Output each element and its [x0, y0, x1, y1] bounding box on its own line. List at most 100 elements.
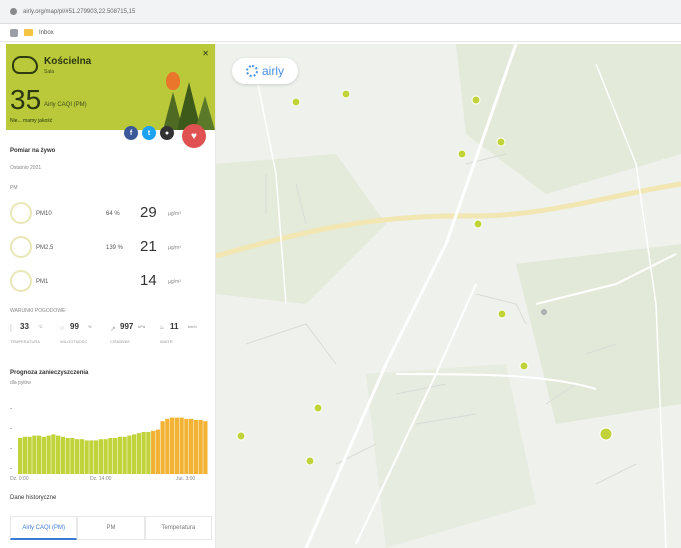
y-axis-tick — [10, 448, 12, 449]
weather-pressure: ↗ 997 hPa CIŚNIENIE — [110, 322, 150, 350]
chart-bar — [84, 440, 89, 474]
weather-humidity: ○ 99 % WILGOTNOŚĆ — [60, 322, 100, 350]
airly-logo[interactable]: airly — [232, 58, 298, 84]
weather-value: 997 — [120, 322, 134, 331]
sensor-marker — [497, 309, 507, 319]
tab-caqi[interactable]: Airly CAQI (PM) — [10, 517, 78, 540]
weather-unit: hPa — [138, 324, 146, 329]
sensor-marker — [457, 149, 467, 159]
chart-bar — [203, 421, 208, 474]
pm-unit: µg/m³ — [168, 279, 181, 285]
chart-bar — [193, 420, 198, 474]
weather-temperature: ¦ 33 °C TEMPERATURA — [10, 322, 50, 350]
map-canvas[interactable] — [216, 44, 681, 548]
trees-illustration — [163, 82, 215, 130]
weather-heading: WARUNKI POGODOWE — [10, 308, 66, 314]
pm10-row: PM10 64 % 29 µg/m³ — [10, 202, 210, 226]
forecast-title: Prognoza zanieczyszczenia — [10, 370, 89, 376]
forecast-chart[interactable] — [6, 398, 212, 484]
chart-bar — [198, 420, 203, 474]
pm-value: 21 — [140, 238, 157, 255]
close-icon[interactable]: ✕ — [202, 49, 209, 58]
chart-bar — [32, 435, 37, 474]
chart-bar — [41, 436, 46, 474]
lock-icon — [10, 8, 17, 15]
link-share-icon[interactable]: ● — [160, 126, 174, 140]
x-tick-label: Dz. 0:00 — [10, 476, 29, 482]
sensor-marker — [313, 403, 323, 413]
bookmarks-bar: Inbox — [0, 24, 681, 42]
live-measurement-label[interactable]: Pomiar na żywo — [10, 148, 55, 154]
humidity-icon: ○ — [60, 325, 65, 332]
pm-value: 14 — [140, 272, 157, 289]
airly-logo-icon — [245, 65, 258, 77]
chart-bar — [65, 438, 70, 474]
favorite-heart-icon[interactable]: ♥ — [182, 124, 206, 148]
air-quality-description: Nie... mamy jakość — [10, 118, 53, 124]
chart-bar — [37, 435, 42, 474]
caqi-value: 35 — [10, 84, 42, 115]
pm-name: PM2.5 — [36, 245, 54, 251]
wind-icon: ≈ — [160, 325, 164, 332]
y-axis-tick — [10, 468, 12, 469]
bookmark-inbox[interactable]: Inbox — [39, 30, 54, 36]
weather-label: CIŚNIENIE — [110, 339, 131, 344]
chart-bar — [113, 438, 118, 474]
weather-wind: ≈ 11 km/h WIATR — [160, 322, 200, 350]
chart-bar — [122, 436, 127, 474]
chart-bar — [27, 436, 32, 474]
chart-bar — [155, 429, 160, 474]
pm25-row: PM2.5 139 % 21 µg/m³ — [10, 236, 210, 260]
weather-label: WIATR — [160, 339, 173, 344]
chart-x-labels: Dz. 0:00 Dz. 14:00 Jut. 3:00 — [6, 476, 212, 486]
pm-value: 29 — [140, 204, 157, 221]
chart-bar — [79, 439, 84, 474]
chart-bar — [94, 440, 99, 474]
weather-unit: % — [88, 324, 92, 329]
sensor-marker — [599, 427, 613, 441]
chart-bar — [89, 440, 94, 474]
y-axis-tick — [10, 428, 12, 429]
chart-bar — [70, 438, 75, 474]
pm-unit: µg/m³ — [168, 211, 181, 217]
pm-name: PM10 — [36, 211, 52, 217]
sensor-marker — [291, 97, 301, 107]
url-text[interactable]: airly.org/map/pl/#51.279903,22.508715,15 — [23, 9, 135, 15]
facebook-share-icon[interactable]: f — [124, 126, 138, 140]
address-bar[interactable]: airly.org/map/pl/#51.279903,22.508715,15 — [0, 0, 681, 24]
location-subtitle: Sala — [44, 69, 55, 75]
pressure-icon: ↗ — [110, 326, 116, 333]
pm10-icon — [10, 202, 32, 224]
chart-bar — [127, 435, 132, 474]
pm-name: PM1 — [36, 279, 49, 285]
chart-bar — [136, 433, 141, 474]
chart-bar — [170, 417, 175, 474]
pm-percent: 64 % — [106, 211, 120, 217]
folder-icon[interactable] — [24, 29, 33, 36]
y-axis-tick — [10, 408, 12, 409]
chart-bar — [108, 438, 113, 474]
chart-bar — [22, 436, 27, 474]
weather-value: 11 — [170, 322, 179, 331]
cloud-icon — [12, 56, 38, 74]
caqi-header: Kościelna Sala 35 Airly CAQI (PM) Nie...… — [6, 44, 215, 130]
chart-bar — [184, 418, 189, 474]
chart-bar — [174, 417, 179, 474]
tab-temperature[interactable]: Temperatura — [144, 517, 212, 540]
pm25-icon — [10, 236, 32, 258]
history-tabs: Airly CAQI (PM) PM Temperatura — [10, 516, 212, 540]
tab-pm[interactable]: PM — [77, 517, 145, 540]
twitter-share-icon[interactable]: t — [142, 126, 156, 140]
updated-time: Ostatnio 2021 — [10, 165, 42, 171]
apps-icon[interactable] — [10, 28, 18, 37]
chart-bar — [75, 439, 80, 474]
map-view[interactable]: airly — [216, 44, 681, 548]
pm1-icon — [10, 270, 32, 292]
chart-bar — [56, 435, 61, 474]
pm1-row: PM1 14 µg/m³ — [10, 270, 210, 294]
sensor-marker — [471, 95, 481, 105]
pm-unit: µg/m³ — [168, 245, 181, 251]
sensor-marker — [305, 456, 315, 466]
sensor-panel: Kościelna Sala 35 Airly CAQI (PM) Nie...… — [6, 44, 216, 548]
chart-bar — [141, 432, 146, 474]
